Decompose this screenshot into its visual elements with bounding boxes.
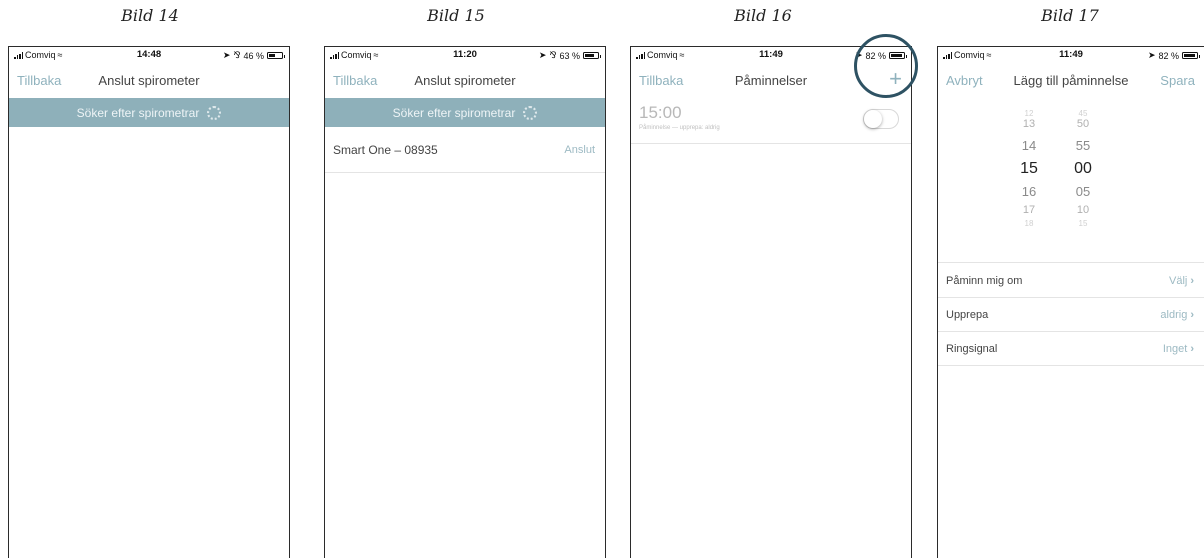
picker-minute[interactable]: 15 [1068, 219, 1098, 228]
save-button[interactable]: Spara [1160, 73, 1195, 88]
picker-minute[interactable]: 55 [1068, 138, 1098, 153]
bluetooth-icon: ⅋ [233, 50, 241, 60]
device-list-item[interactable]: Smart One – 08935 Anslut [325, 127, 605, 173]
searching-text: Söker efter spirometrar [392, 105, 516, 120]
picker-hour[interactable]: 17 [1014, 204, 1044, 216]
picker-minute-selected[interactable]: 00 [1068, 160, 1098, 178]
picker-minute[interactable]: 45 [1068, 109, 1098, 118]
settings-value: aldrig [1160, 309, 1188, 321]
phone-screen-1: Comviq ≈ 14:48 ➤ ⅋ 46 % Tillbaka Anslut … [8, 46, 290, 558]
page-title: Anslut spirometer [414, 73, 516, 88]
settings-label: Ringsignal [946, 343, 998, 355]
phone-screen-4: Comviq ≈ 11:49 ➤ 82 % Avbryt Lägg till p… [937, 46, 1204, 558]
toggle-knob [864, 110, 882, 128]
nav-bar: Avbryt Lägg till påminnelse Spara [938, 64, 1204, 98]
settings-row-ringtone[interactable]: Ringsignal Inget › [938, 332, 1204, 366]
bluetooth-icon: ⅋ [549, 50, 557, 60]
picker-minute[interactable]: 50 [1068, 118, 1098, 130]
location-icon: ➤ [538, 50, 547, 60]
reminder-list-item[interactable]: 15:00 Påminnelse — upprepa: aldrig [631, 98, 911, 144]
picker-hour[interactable]: 13 [1014, 118, 1044, 130]
settings-label: Påminn mig om [946, 275, 1023, 287]
chevron-right-icon: › [1190, 309, 1194, 321]
picker-minute[interactable]: 05 [1068, 184, 1098, 199]
chevron-right-icon: › [1190, 275, 1194, 287]
spinner-icon [207, 105, 222, 120]
highlight-circle [854, 34, 918, 98]
caption-bild-15: Bild 15 [427, 6, 485, 25]
page-title: Anslut spirometer [98, 73, 200, 88]
reminder-time: 15:00 [639, 103, 682, 122]
picker-hour[interactable]: 14 [1014, 138, 1044, 153]
battery-icon [583, 52, 601, 59]
time-picker[interactable]: 12 13 14 15 16 17 18 45 50 55 00 05 10 1… [938, 103, 1204, 263]
spinner-icon [523, 105, 538, 120]
picker-hour[interactable]: 16 [1014, 184, 1044, 199]
searching-text: Söker efter spirometrar [76, 105, 200, 120]
reminder-subtitle: Påminnelse — upprepa: aldrig [639, 125, 720, 131]
reminder-toggle[interactable] [863, 109, 899, 129]
picker-hour-selected[interactable]: 15 [1014, 160, 1044, 178]
settings-value: Välj [1168, 275, 1188, 287]
searching-banner: Söker efter spirometrar [325, 98, 605, 127]
nav-bar: Tillbaka Anslut spirometer [9, 64, 289, 98]
caption-bild-16: Bild 16 [734, 6, 792, 25]
phone-screen-3: Comviq ≈ 11:49 ➤ 82 % Tillbaka Påminnels… [630, 46, 912, 558]
picker-minute[interactable]: 10 [1068, 204, 1098, 216]
device-name: Smart One – 08935 [333, 143, 438, 157]
settings-label: Upprepa [946, 309, 989, 321]
battery-percent: 46 % [243, 50, 264, 61]
settings-row-repeat[interactable]: Upprepa aldrig › [938, 298, 1204, 332]
location-icon: ➤ [222, 50, 231, 60]
connect-button[interactable]: Anslut [564, 144, 595, 156]
picker-hour[interactable]: 12 [1014, 109, 1044, 118]
status-bar: Comviq ≈ 14:48 ➤ ⅋ 46 % [9, 47, 289, 63]
status-bar: Comviq ≈ 11:49 ➤ 82 % [938, 47, 1204, 63]
battery-percent: 63 % [559, 50, 580, 61]
battery-percent: 82 % [1158, 50, 1179, 61]
phone-screen-2: Comviq ≈ 11:20 ➤ ⅋ 63 % Tillbaka Anslut … [324, 46, 606, 558]
nav-bar: Tillbaka Anslut spirometer [325, 64, 605, 98]
caption-bild-17: Bild 17 [1041, 6, 1099, 25]
picker-hour[interactable]: 18 [1014, 219, 1044, 228]
battery-icon [267, 52, 285, 59]
location-icon: ➤ [1147, 50, 1156, 60]
status-bar: Comviq ≈ 11:20 ➤ ⅋ 63 % [325, 47, 605, 63]
chevron-right-icon: › [1190, 343, 1194, 355]
settings-row-remind-me[interactable]: Påminn mig om Välj › [938, 264, 1204, 298]
battery-icon [1182, 52, 1200, 59]
searching-banner: Söker efter spirometrar [9, 98, 289, 127]
settings-value: Inget [1162, 343, 1188, 355]
caption-bild-14: Bild 14 [121, 6, 179, 25]
